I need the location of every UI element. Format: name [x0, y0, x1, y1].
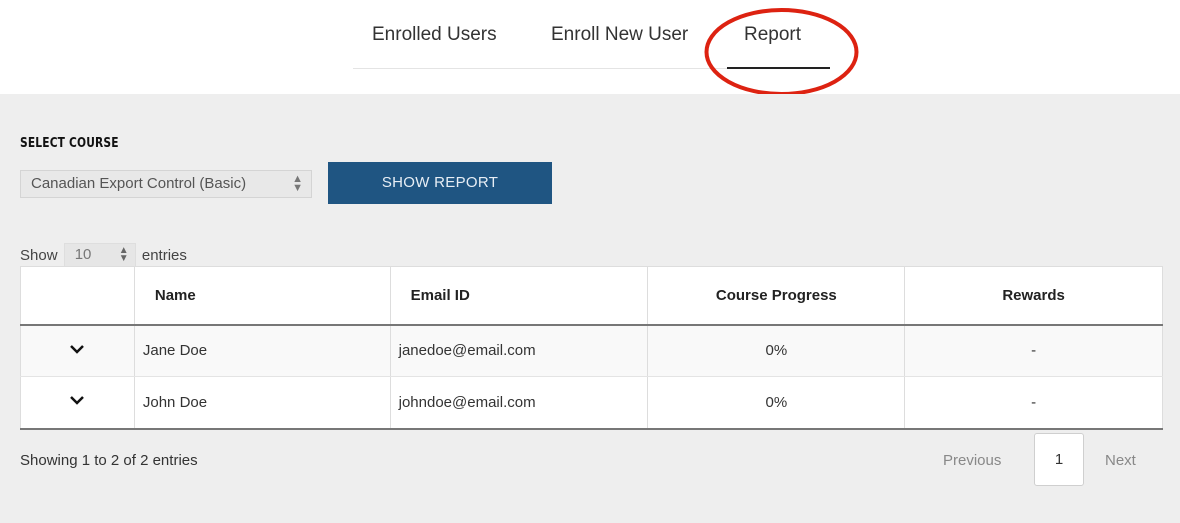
progress-cell: 0% — [647, 376, 906, 430]
entries-length-control: Show 10 ▲ ▼ entries — [20, 243, 187, 267]
table-header-row: Name Email ID Course Progress Rewards — [20, 266, 1163, 326]
rewards-cell: - — [904, 376, 1163, 430]
report-table: Name Email ID Course Progress Rewards Ja… — [20, 266, 1163, 430]
tab-bar: Enrolled Users Enroll New User Report — [353, 0, 830, 69]
course-select-value: Canadian Export Control (Basic) — [31, 175, 247, 192]
pagination-previous[interactable]: Previous — [943, 452, 1001, 469]
name-cell: Jane Doe — [133, 324, 391, 377]
select-arrows-icon: ▲ ▼ — [118, 245, 129, 264]
email-cell: janedoe@email.com — [389, 324, 649, 377]
column-header-expand — [20, 266, 135, 326]
tab-report[interactable]: Report — [744, 24, 801, 46]
course-select[interactable]: Canadian Export Control (Basic) ▲ ▼ — [20, 170, 312, 198]
chevron-down-icon[interactable] — [67, 393, 87, 407]
show-label: Show — [20, 246, 58, 264]
table-info: Showing 1 to 2 of 2 entries — [20, 452, 198, 469]
tab-enroll-new-user[interactable]: Enroll New User — [551, 24, 688, 46]
table-row: John Doe johndoe@email.com 0% - — [20, 376, 1163, 430]
expand-cell — [20, 324, 135, 377]
report-panel: SELECT COURSE Canadian Export Control (B… — [0, 94, 1180, 523]
expand-cell — [20, 376, 135, 430]
tab-enrolled-users[interactable]: Enrolled Users — [372, 24, 497, 46]
select-course-label: SELECT COURSE — [20, 136, 119, 151]
rewards-cell: - — [904, 324, 1163, 377]
table-row: Jane Doe janedoe@email.com 0% - — [20, 324, 1163, 377]
name-cell: John Doe — [133, 376, 391, 430]
select-arrows-icon: ▲ ▼ — [292, 173, 303, 194]
pagination-page-1[interactable]: 1 — [1034, 433, 1084, 486]
show-report-button[interactable]: SHOW REPORT — [328, 162, 552, 204]
entries-select-value: 10 — [74, 246, 92, 263]
column-header-progress[interactable]: Course Progress — [647, 266, 906, 326]
column-header-rewards[interactable]: Rewards — [904, 266, 1163, 326]
column-header-email[interactable]: Email ID — [389, 266, 649, 326]
active-tab-indicator — [727, 67, 830, 69]
pagination-next[interactable]: Next — [1105, 452, 1136, 469]
entries-select[interactable]: 10 ▲ ▼ — [63, 243, 136, 267]
entries-label: entries — [141, 246, 187, 264]
progress-cell: 0% — [647, 324, 906, 377]
chevron-down-icon[interactable] — [67, 342, 87, 356]
column-header-name[interactable]: Name — [133, 266, 391, 326]
email-cell: johndoe@email.com — [389, 376, 649, 430]
